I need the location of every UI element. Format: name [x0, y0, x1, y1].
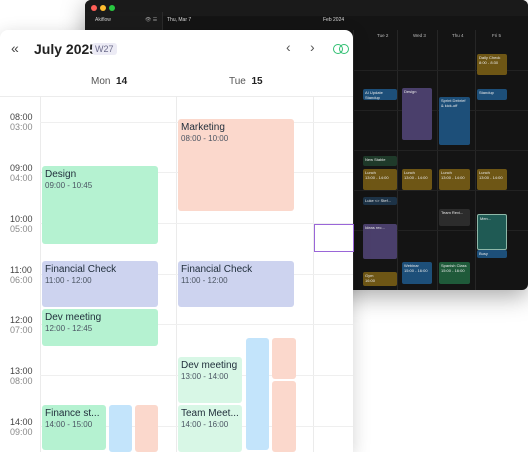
dark-event[interactable]: Webinar 15:00 - 16:00: [402, 262, 432, 284]
chevron-right-icon[interactable]: ›: [310, 39, 315, 55]
time-label-secondary: 05:00: [10, 224, 33, 234]
dark-event[interactable]: Design: [402, 88, 432, 140]
month-title: July 2025: [34, 41, 98, 57]
dark-event[interactable]: Sprint Debrief & kick-off: [439, 97, 470, 145]
day-header-tue: Tue 15: [229, 76, 263, 87]
sidebar-icons[interactable]: 👁 ☰: [145, 17, 157, 23]
week-badge: W27: [92, 43, 117, 55]
chevron-left-icon[interactable]: ‹: [286, 39, 291, 55]
dark-event[interactable]: New Stable: [363, 156, 397, 166]
dark-event[interactable]: Spanish Class 15:00 - 16:00: [439, 262, 470, 284]
dark-day-header: Fri 5: [492, 33, 501, 38]
time-label: 13:00: [10, 366, 33, 376]
event-financial-check[interactable]: Financial Check 11:00 - 12:00: [42, 261, 158, 307]
dark-event[interactable]: Daily Check 8:00 - 8:30: [477, 54, 507, 75]
time-label-secondary: 07:00: [10, 325, 33, 335]
dark-event[interactable]: Men...: [477, 214, 507, 250]
time-label: 12:00: [10, 315, 33, 325]
event-team-meeting[interactable]: Team Meet... 14:00 - 16:00: [178, 405, 242, 452]
event-marketing[interactable]: Marketing 08:00 - 10:00: [178, 119, 294, 211]
maximize-window-dot[interactable]: [109, 5, 115, 11]
event-block[interactable]: [246, 338, 269, 450]
dark-event[interactable]: Gym 16:00: [363, 272, 397, 286]
dark-date-header: Thu, Mar 7: [167, 17, 192, 23]
event-block[interactable]: [272, 338, 296, 379]
overlap-circles-icon[interactable]: [333, 44, 349, 54]
minimize-window-dot[interactable]: [100, 5, 106, 11]
dark-event[interactable]: Luke <> Stef...: [363, 197, 397, 205]
event-financial-check[interactable]: Financial Check 11:00 - 12:00: [178, 261, 294, 307]
dark-day-header: Tue 2: [377, 33, 389, 38]
dark-day-header: Thu 4: [452, 33, 464, 38]
close-window-dot[interactable]: [91, 5, 97, 11]
time-label: 09:00: [10, 163, 33, 173]
dark-event[interactable]: Team Revi...: [439, 209, 470, 226]
time-label-secondary: 04:00: [10, 173, 33, 183]
dark-event[interactable]: Lunch 13:00 - 14:00: [477, 169, 507, 190]
time-label: 11:00: [10, 265, 32, 275]
selection-box[interactable]: [314, 224, 354, 252]
event-dev-meeting[interactable]: Dev meeting 12:00 - 12:45: [42, 309, 158, 346]
double-chevron-left-icon[interactable]: «: [11, 40, 19, 56]
dark-event[interactable]: Standup: [477, 89, 507, 100]
day-header-mon: Mon 14: [91, 76, 128, 87]
time-label: 10:00: [10, 214, 33, 224]
event-finance-st[interactable]: Finance st... 14:00 - 15:00: [42, 405, 106, 450]
dark-event[interactable]: Busy: [477, 250, 507, 258]
time-label-secondary: 09:00: [10, 427, 33, 437]
time-label: 08:00: [10, 112, 33, 122]
event-block[interactable]: [109, 405, 132, 452]
dark-event[interactable]: Lunch 13:00 - 14:00: [439, 169, 470, 190]
event-dev-meeting[interactable]: Dev meeting 13:00 - 14:00: [178, 357, 242, 403]
dark-event[interactable]: Lunch 13:00 - 14:00: [402, 169, 432, 190]
dark-month-label: Feb 2024: [323, 17, 345, 23]
time-label: 14:00: [10, 417, 33, 427]
event-block[interactable]: [272, 381, 296, 452]
app-name: Akiflow: [95, 17, 111, 23]
event-block[interactable]: [135, 405, 158, 452]
calendar-window: « July 2025 W27 ‹ › Mon 14 Tue 15 08:00 …: [0, 30, 353, 452]
dark-event[interactable]: Lunch 13:00 - 14:00: [363, 169, 397, 190]
dark-event[interactable]: Ideas rec...: [363, 224, 397, 259]
dark-event[interactable]: AI Update Standup: [363, 89, 397, 100]
event-design[interactable]: Design 09:00 - 10:45: [42, 166, 158, 244]
time-label-secondary: 08:00: [10, 376, 33, 386]
calendar-toolbar: « July 2025 W27 ‹ ›: [0, 30, 353, 68]
time-label-secondary: 06:00: [10, 275, 33, 285]
dark-day-header: Wed 3: [413, 33, 426, 38]
time-label-secondary: 03:00: [10, 122, 33, 132]
